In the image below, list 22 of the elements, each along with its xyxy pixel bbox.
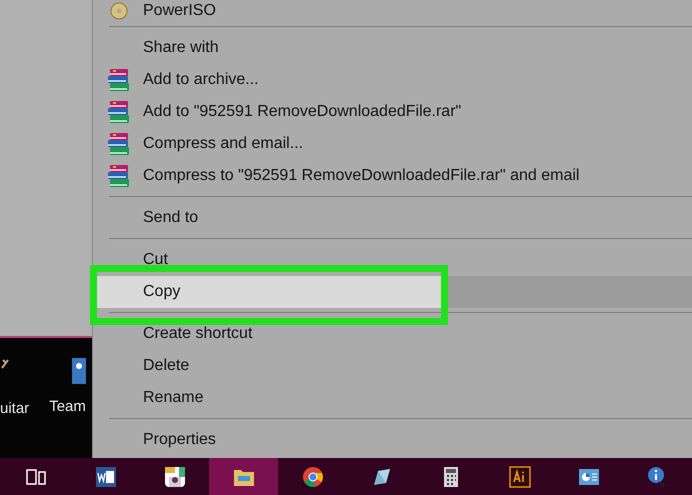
person-tile-icon[interactable] [70, 356, 86, 386]
menu-item[interactable]: Rename [93, 382, 692, 414]
menu-item[interactable]: Create shortcut [93, 318, 692, 350]
books-icon [107, 99, 131, 125]
menu-item[interactable]: Compress to "952591 RemoveDownloadedFile.rar" and email [93, 160, 692, 192]
menu-item[interactable]: Send to [93, 202, 692, 234]
menu-item[interactable]: Delete [93, 350, 692, 382]
browser-icon[interactable] [300, 464, 324, 488]
menu-item[interactable]: Share with [93, 32, 692, 64]
desktop-icon-label[interactable]: uitar [0, 400, 30, 418]
menu-item[interactable]: Properties [93, 424, 692, 456]
menu-item[interactable]: Add to "952591 RemoveDownloadedFile.rar" [93, 96, 692, 128]
books-icon [107, 131, 131, 157]
books-icon [107, 163, 131, 189]
books-icon [107, 67, 131, 93]
desktop-icon-label[interactable]: Team [49, 398, 86, 416]
menu-item[interactable]: Cut [93, 244, 692, 276]
taskbar-button[interactable] [209, 458, 278, 495]
menu-item[interactable]: PowerISO [93, 0, 692, 22]
word-document-icon[interactable] [94, 464, 118, 488]
menu-item[interactable]: Compress and email... [93, 128, 692, 160]
menu-item[interactable]: Add to archive... [93, 64, 692, 96]
